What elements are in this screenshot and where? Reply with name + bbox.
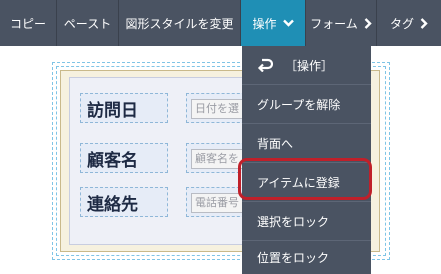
menu-item-lock-position[interactable]: 位置をロック	[242, 241, 371, 274]
menu-item-label: 背面へ	[257, 136, 294, 151]
paste-button-label: ペースト	[63, 16, 112, 31]
copy-button-label: コピー	[9, 16, 46, 31]
chevron-down-icon	[282, 19, 294, 27]
visit-date-field[interactable]: 日付を選	[186, 93, 250, 123]
customer-name-field[interactable]: 顧客名を	[186, 143, 250, 173]
app-stage: コピー ペースト 図形スタイルを変更 操作 フォーム タグ 訪問日 日付を選 顧…	[0, 0, 441, 274]
menu-item-register-as-item[interactable]: アイテムに登録	[242, 163, 371, 201]
menu-item-send-to-back[interactable]: 背面へ	[242, 124, 371, 162]
contact-input[interactable]: 電話番号	[191, 193, 247, 213]
menu-item-label: グループを解除	[257, 97, 341, 112]
chevron-right-icon	[420, 17, 428, 29]
back-arrow-icon	[257, 58, 273, 72]
form-label: フォーム	[310, 16, 358, 31]
menu-item-label: 位置をロック	[257, 251, 330, 265]
tag-label: タグ	[389, 16, 414, 31]
operations-menu-button[interactable]: 操作	[241, 0, 306, 46]
visit-date-label: 訪問日	[80, 93, 168, 123]
paste-button[interactable]: ペースト	[57, 0, 119, 46]
operations-label: 操作	[252, 16, 277, 31]
menu-item-label: 選択をロック	[257, 214, 330, 229]
menu-item-lock-selection[interactable]: 選択をロック	[242, 202, 371, 240]
chevron-right-icon	[364, 17, 372, 29]
contact-field[interactable]: 電話番号	[186, 187, 250, 217]
change-shape-style-label: 図形スタイルを変更	[125, 16, 234, 31]
change-shape-style-button[interactable]: 図形スタイルを変更	[119, 0, 241, 46]
menu-header-label: ［操作］	[285, 58, 334, 73]
menu-back-header[interactable]: ［操作］	[242, 46, 371, 84]
operations-dropdown-menu: ［操作］ グループを解除 背面へ アイテムに登録 選択をロック 位置をロック	[242, 46, 371, 274]
contact-label: 連絡先	[80, 187, 168, 217]
customer-name-input[interactable]: 顧客名を	[191, 149, 247, 169]
menu-item-ungroup[interactable]: グループを解除	[242, 85, 371, 123]
tag-menu-button[interactable]: タグ	[377, 0, 441, 46]
customer-name-label: 顧客名	[80, 143, 168, 173]
form-menu-button[interactable]: フォーム	[306, 0, 377, 46]
visit-date-input[interactable]: 日付を選	[191, 99, 247, 119]
toolbar: コピー ペースト 図形スタイルを変更 操作 フォーム タグ	[0, 0, 441, 46]
menu-item-label: アイテムに登録	[257, 175, 340, 190]
copy-button[interactable]: コピー	[0, 0, 57, 46]
